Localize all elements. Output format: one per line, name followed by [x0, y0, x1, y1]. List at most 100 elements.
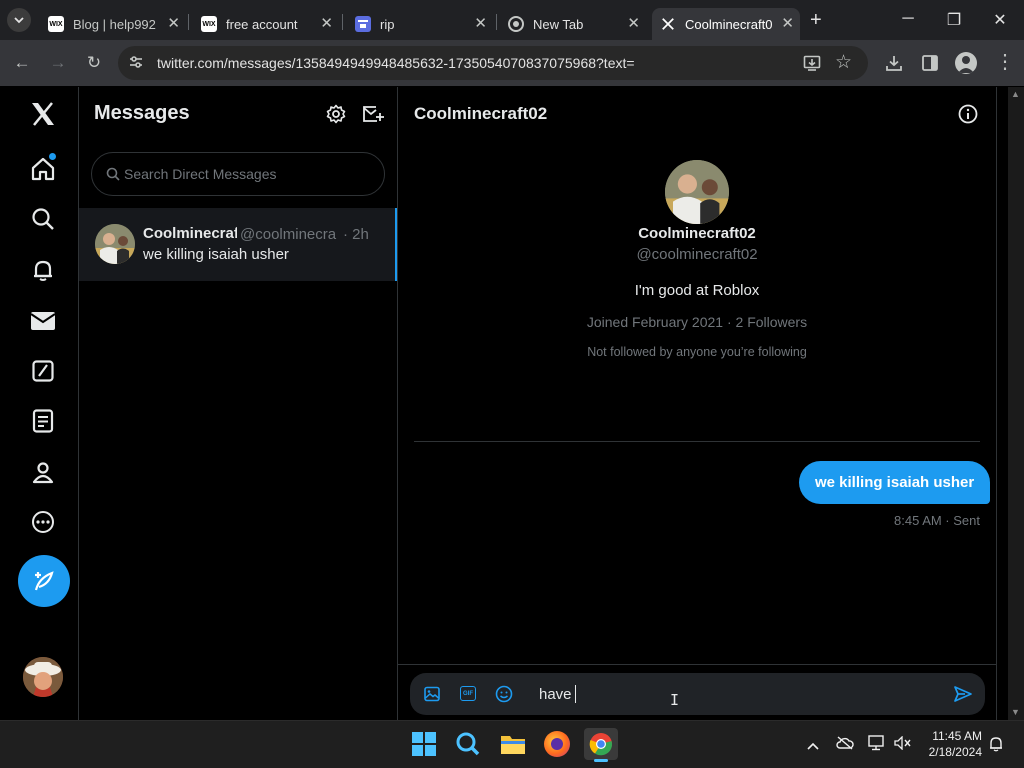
compose-post-button[interactable]	[18, 555, 70, 607]
search-taskbar-icon[interactable]	[455, 731, 481, 762]
forms-favicon-icon	[355, 16, 371, 32]
selected-indicator	[395, 208, 397, 281]
forward-button[interactable]: →	[46, 51, 70, 75]
notification-dot	[49, 153, 56, 160]
divider	[78, 87, 79, 720]
clock-time[interactable]: 11:45 AM	[912, 729, 982, 743]
tab-title: rip	[380, 16, 395, 32]
bookmark-star-icon[interactable]: ☆	[835, 51, 852, 74]
more-icon[interactable]	[30, 509, 56, 535]
emoji-icon[interactable]	[495, 685, 513, 708]
clock-date[interactable]: 2/18/2024	[912, 745, 982, 759]
profile-followed-note: Not followed by anyone you’re following	[587, 345, 807, 359]
x-favicon-icon	[660, 16, 676, 32]
close-icon[interactable]: ✕	[627, 15, 640, 33]
tab-title: free account	[226, 16, 298, 32]
mail-icon[interactable]	[30, 308, 56, 334]
divider	[996, 87, 997, 720]
composer-text[interactable]: have	[539, 686, 572, 703]
account-avatar[interactable]	[23, 657, 63, 697]
profile-name[interactable]: Coolminecraft02	[597, 225, 797, 242]
x-logo-icon[interactable]	[30, 101, 56, 127]
minimize-button[interactable]: ─	[898, 10, 918, 28]
tab-free-account[interactable]: WIX free account ✕	[193, 8, 339, 40]
lists-icon[interactable]	[30, 408, 56, 434]
url-text[interactable]: twitter.com/messages/1358494949948485632…	[157, 55, 635, 71]
profile-joined: Joined February 2021 · 2 Followers	[586, 314, 808, 330]
tab-title: Blog | help992	[73, 16, 156, 32]
site-info-icon[interactable]	[128, 54, 146, 72]
wix-favicon-icon: WIX	[201, 16, 217, 32]
profile-icon[interactable]	[955, 52, 977, 74]
install-app-icon[interactable]	[803, 54, 821, 77]
search-icon[interactable]	[30, 206, 56, 232]
close-window-button[interactable]: ✕	[990, 10, 1010, 30]
profile-handle: @coolminecraft02	[636, 246, 758, 263]
chevron-up-icon[interactable]	[806, 738, 820, 756]
tab-title: New Tab	[533, 16, 584, 32]
new-tab-button[interactable]: +	[810, 9, 822, 32]
wix-favicon-icon: WIX	[48, 16, 64, 32]
section-divider	[414, 441, 980, 442]
messages-title: Messages	[94, 102, 190, 124]
downloads-icon[interactable]	[885, 54, 903, 77]
firefox-icon[interactable]	[544, 731, 570, 757]
conversation-handle: @coolminecra	[240, 226, 337, 243]
new-message-icon[interactable]	[362, 104, 384, 129]
chat-header-name: Coolminecraft02	[414, 104, 548, 123]
windows-start-icon[interactable]	[412, 732, 436, 756]
tab-coolminecraft[interactable]: Coolminecraft0 ✕	[652, 8, 800, 40]
tab-blog[interactable]: WIX Blog | help992 ✕	[40, 8, 186, 40]
network-icon[interactable]	[868, 735, 886, 756]
avatar	[95, 224, 135, 264]
close-icon[interactable]: ✕	[320, 15, 333, 33]
search-placeholder: Search Direct Messages	[124, 166, 277, 182]
menu-icon[interactable]: ⋮	[995, 50, 1015, 74]
tab-divider	[496, 14, 497, 30]
profile-bio: I'm good at Roblox	[634, 282, 760, 299]
divider	[397, 87, 398, 720]
page-scrollbar[interactable]	[1008, 87, 1024, 720]
cloud-offline-icon[interactable]	[836, 736, 854, 755]
grok-icon[interactable]	[30, 358, 56, 384]
tab-rip[interactable]: rip ✕	[347, 8, 493, 40]
profile-avatar[interactable]	[665, 160, 729, 224]
profile-icon[interactable]	[30, 459, 56, 485]
close-icon[interactable]: ✕	[781, 15, 794, 33]
close-icon[interactable]: ✕	[474, 15, 487, 33]
text-caret	[575, 685, 576, 703]
chevron-down-icon	[14, 17, 24, 24]
message-meta: 8:45 AM · Sent	[894, 513, 980, 528]
reload-button[interactable]: ↻	[82, 51, 106, 75]
tab-search-button[interactable]	[7, 8, 31, 32]
info-icon[interactable]	[958, 104, 978, 129]
conversation-time: · 2h	[343, 226, 369, 243]
conversation-name: Coolminecraf	[143, 225, 237, 242]
tab-new-tab[interactable]: New Tab ✕	[500, 8, 646, 40]
restore-button[interactable]: ❐	[944, 10, 964, 30]
tab-divider	[188, 14, 189, 30]
chrome-favicon-icon	[508, 16, 524, 32]
tab-divider	[342, 14, 343, 30]
compose-post-icon	[34, 571, 54, 591]
ibeam-cursor-icon: I	[670, 691, 680, 709]
back-button[interactable]: ←	[10, 51, 34, 75]
chrome-taskbar-icon[interactable]	[584, 728, 618, 760]
image-icon[interactable]	[424, 686, 440, 707]
active-app-indicator	[594, 759, 608, 762]
message-bubble[interactable]: we killing isaiah usher	[799, 461, 991, 504]
bell-icon[interactable]	[30, 257, 56, 283]
side-panel-icon[interactable]	[921, 54, 939, 77]
notification-bell-icon[interactable]	[988, 736, 1004, 757]
gif-icon[interactable]: GIF	[460, 686, 476, 701]
scroll-down-arrow[interactable]: ▼	[1011, 707, 1020, 717]
scroll-up-arrow[interactable]: ▲	[1011, 89, 1020, 99]
settings-gear-icon[interactable]	[326, 104, 346, 129]
search-icon	[106, 167, 120, 186]
close-icon[interactable]: ✕	[167, 15, 180, 33]
file-explorer-icon[interactable]	[500, 733, 526, 760]
composer-divider	[398, 664, 996, 665]
volume-muted-icon[interactable]	[894, 735, 912, 755]
tab-title: Coolminecraft0	[685, 16, 773, 32]
send-icon[interactable]	[953, 685, 973, 708]
